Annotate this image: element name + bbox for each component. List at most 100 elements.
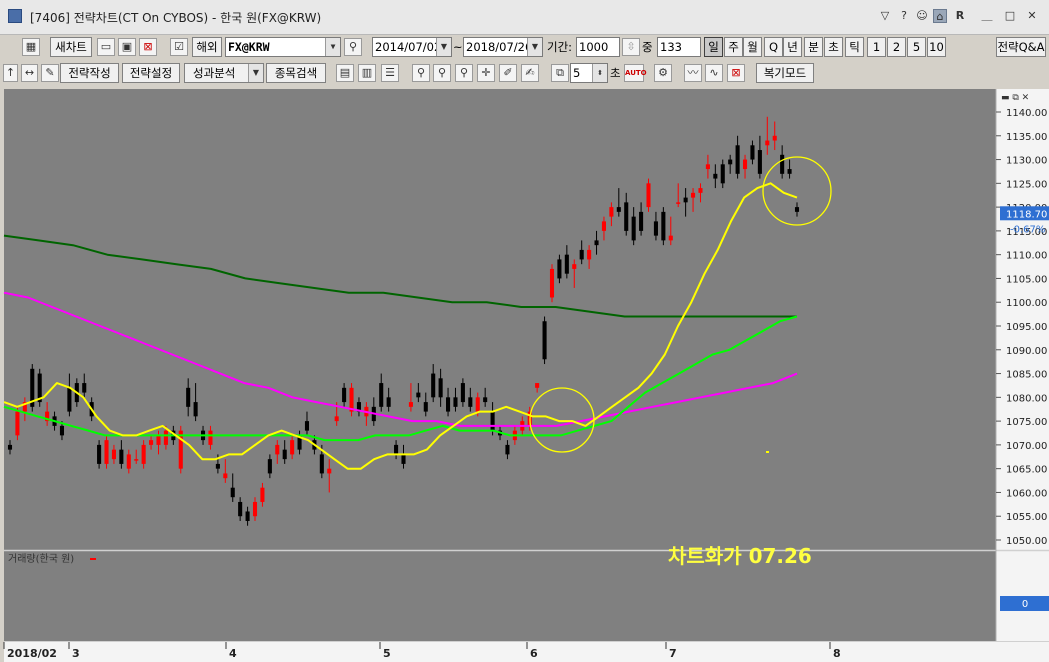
candle-body xyxy=(535,383,540,388)
time-tick-label: 3 xyxy=(72,647,80,660)
price-tick-label: 1110.00 xyxy=(1006,251,1047,262)
candle-body xyxy=(587,249,592,260)
candle-body xyxy=(735,145,740,174)
candle-body xyxy=(557,259,562,279)
time-tick-label: 6 xyxy=(530,647,538,660)
candle-body xyxy=(609,207,614,217)
candle-body xyxy=(223,473,228,479)
candle-body xyxy=(668,235,673,241)
candle-body xyxy=(15,411,20,436)
price-tick-label: 1130.00 xyxy=(1006,156,1047,167)
candlestick-chart[interactable]: 1140.001135.001130.001125.001120.001115.… xyxy=(0,0,1049,662)
candle-body xyxy=(631,216,636,241)
candle-body xyxy=(639,211,644,231)
volume-value-label: 0 xyxy=(1022,599,1028,610)
candle-body xyxy=(119,449,124,464)
candle-body xyxy=(505,444,510,455)
candle-body xyxy=(794,207,800,212)
candle-body xyxy=(416,392,421,398)
candle-body xyxy=(431,373,436,398)
candle-body xyxy=(683,197,688,203)
candle-body xyxy=(698,188,703,193)
change-percent-label: -0.67% xyxy=(1010,224,1045,235)
candle-body xyxy=(379,383,384,407)
price-tick-label: 1100.00 xyxy=(1006,298,1047,309)
candle-body xyxy=(208,430,213,445)
price-tick-label: 1065.00 xyxy=(1006,465,1047,476)
time-tick-label: 2018/02 xyxy=(7,647,57,660)
candle-body xyxy=(104,440,109,464)
time-axis-background xyxy=(4,642,996,662)
candle-body xyxy=(156,435,161,445)
candle-body xyxy=(215,463,220,469)
candle-body xyxy=(67,387,72,412)
time-tick-label: 4 xyxy=(229,647,237,660)
candle-body xyxy=(742,159,748,170)
candle-body xyxy=(483,397,488,403)
price-tick-label: 1085.00 xyxy=(1006,370,1047,381)
candle-body xyxy=(319,454,324,474)
candle-body xyxy=(728,159,733,165)
moving-average-longest-line xyxy=(3,234,797,318)
candle-body xyxy=(7,444,13,450)
candle-body xyxy=(787,169,792,174)
price-tick-label: 1055.00 xyxy=(1006,512,1047,523)
candle-body xyxy=(134,459,139,461)
candle-body xyxy=(616,207,621,212)
candle-body xyxy=(691,192,696,198)
candle-body xyxy=(252,501,258,517)
price-tick-label: 1135.00 xyxy=(1006,132,1047,143)
candle-body xyxy=(661,211,666,241)
candle-body xyxy=(282,449,287,460)
candle-body xyxy=(601,221,607,231)
current-price-label: 1118.70 xyxy=(1006,209,1047,220)
candle-body xyxy=(750,145,755,160)
time-tick-label: 5 xyxy=(383,647,391,660)
candle-body xyxy=(342,387,347,403)
candle-body xyxy=(334,416,339,422)
price-tick-label: 1095.00 xyxy=(1006,322,1047,333)
price-tick-label: 1070.00 xyxy=(1006,441,1047,452)
candle-body xyxy=(468,397,473,407)
candle-body xyxy=(126,454,131,469)
candle-body xyxy=(423,402,428,412)
volume-panel-label: 거래량(한국 원) xyxy=(8,553,74,565)
candle-body xyxy=(579,249,584,260)
candle-body xyxy=(772,135,777,141)
candle-body xyxy=(757,150,762,174)
candle-body xyxy=(260,487,265,502)
candle-body xyxy=(705,164,710,170)
candle-body xyxy=(713,173,718,179)
price-tick-label: 1060.00 xyxy=(1006,488,1047,499)
annotation-dot xyxy=(766,451,769,453)
candle-body xyxy=(304,421,310,431)
candle-body xyxy=(646,183,651,208)
candle-body xyxy=(193,402,198,417)
candle-body xyxy=(408,402,413,407)
candle-body xyxy=(275,444,280,455)
candle-body xyxy=(245,511,250,521)
price-tick-label: 1075.00 xyxy=(1006,417,1047,428)
candle-body xyxy=(111,449,116,460)
candle-body xyxy=(594,240,599,246)
price-tick-label: 1050.00 xyxy=(1006,536,1047,547)
candle-body xyxy=(82,383,87,393)
price-tick-label: 1140.00 xyxy=(1006,108,1047,119)
candle-body xyxy=(394,444,399,455)
candle-body xyxy=(267,459,272,474)
candle-body xyxy=(475,397,480,412)
price-tick-label: 1105.00 xyxy=(1006,274,1047,285)
candle-body xyxy=(765,140,770,146)
watermark-text: 차트화가 07.26 xyxy=(668,544,812,568)
candle-body xyxy=(386,397,391,407)
candle-body xyxy=(149,440,154,445)
candle-body xyxy=(230,487,235,498)
price-tick-label: 1080.00 xyxy=(1006,393,1047,404)
candle-body xyxy=(401,454,406,464)
candle-body xyxy=(653,221,658,236)
time-tick-label: 7 xyxy=(669,647,677,660)
panel-controls-icon: ▬ ⧉ ✕ xyxy=(1001,93,1029,103)
candle-body xyxy=(549,268,555,298)
candle-body xyxy=(780,154,785,174)
candle-body xyxy=(453,397,458,407)
